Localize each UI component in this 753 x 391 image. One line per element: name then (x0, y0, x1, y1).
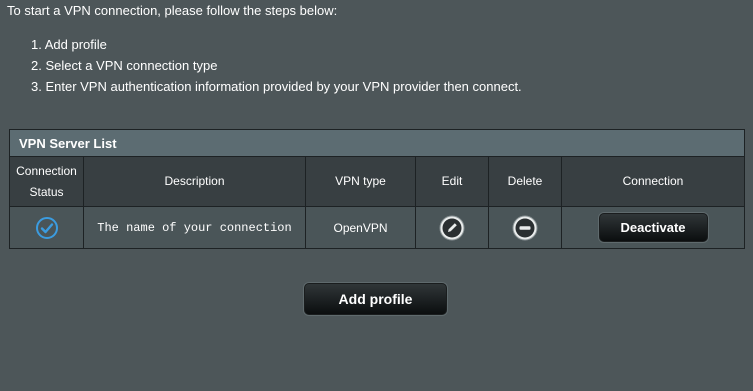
step-item: 1. Add profile (31, 37, 107, 52)
vpn-server-table: VPN Server List Connection Status Descri… (8, 129, 746, 249)
col-header-connection: Connection (560, 156, 746, 207)
table-row: The name of your connection OpenVPN Deac… (9, 206, 746, 249)
description-cell: The name of your connection (83, 206, 306, 249)
pencil-icon[interactable] (416, 215, 488, 241)
col-header-status-line2: Status (29, 184, 64, 199)
col-header-status: Connection Status (9, 156, 84, 207)
steps-list: 1. Add profile 2. Select a VPN connectio… (31, 37, 522, 100)
step-item: 3. Enter VPN authentication information … (31, 79, 522, 94)
col-header-status-line1: Connection (16, 163, 77, 178)
table-title: VPN Server List (8, 129, 746, 157)
check-circle-icon (10, 216, 83, 240)
status-cell (9, 206, 84, 249)
minus-circle-icon[interactable] (489, 215, 561, 241)
col-header-vpn-type: VPN type (305, 156, 416, 207)
col-header-edit: Edit (415, 156, 489, 207)
delete-cell (488, 206, 562, 249)
connection-cell: Deactivate (560, 206, 746, 249)
step-item: 2. Select a VPN connection type (31, 58, 218, 73)
col-header-delete: Delete (488, 156, 562, 207)
col-header-description: Description (83, 156, 306, 207)
edit-cell (415, 206, 489, 249)
add-profile-button[interactable]: Add profile (304, 283, 447, 315)
intro-text: To start a VPN connection, please follow… (7, 3, 338, 18)
deactivate-button[interactable]: Deactivate (598, 213, 708, 242)
vpn-type-cell: OpenVPN (305, 206, 416, 249)
